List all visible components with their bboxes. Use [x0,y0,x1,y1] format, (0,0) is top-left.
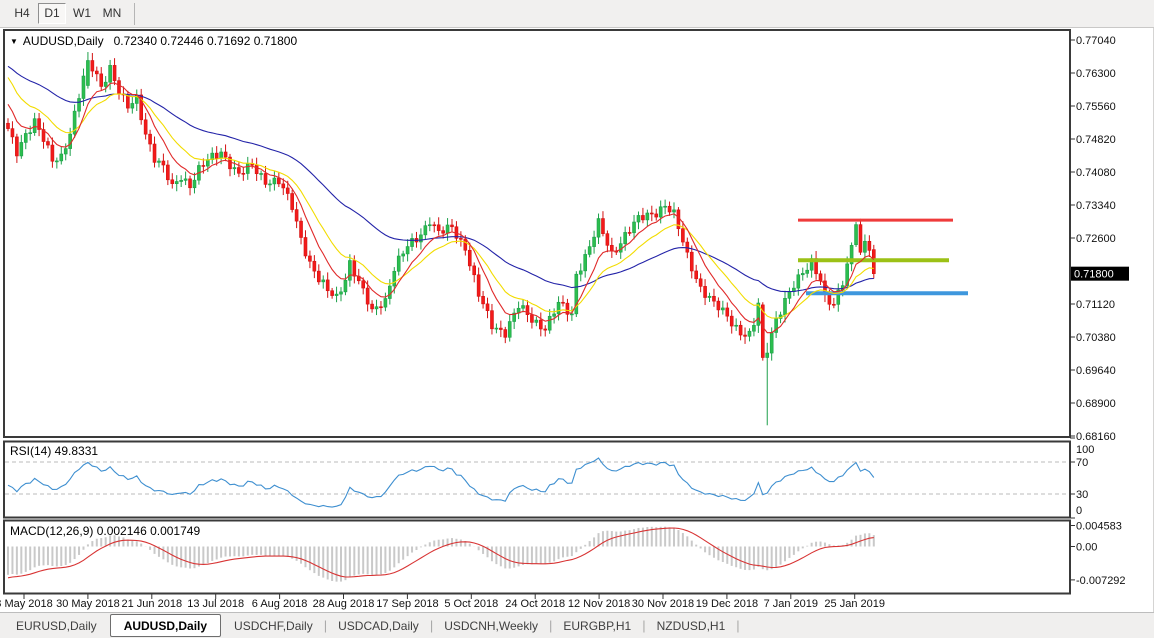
tab-audusd[interactable]: AUDUSD,Daily [110,614,221,637]
trading-terminal: H4D1W1MN 0.770400.763000.755600.748200.7… [0,0,1154,638]
price-axis-label: 0.69640 [1076,365,1116,377]
rsi-axis-label: 30 [1076,489,1088,501]
price-axis-label: 0.76300 [1076,68,1116,80]
price-axis-label: 0.70380 [1076,332,1116,344]
date-axis-label: 7 Jan 2019 [764,598,818,610]
chart-window: 0.77040 0.76300 0.75560 0.74820 0.74080 0.733… [0,28,1154,612]
date-axis-label: 6 Aug 2018 [252,598,308,610]
tab-eurusd[interactable]: EURUSD,Daily [6,613,107,638]
macd-axis-label: 0.00 [1076,542,1097,554]
price-axis-label: 0.68900 [1076,398,1116,410]
rsi-axis-label: 100 [1076,444,1094,456]
macd-indicator-label: MACD(12,26,9) 0.002146 0.001749 [10,524,200,538]
symbol-tabbar: EURUSD,DailyAUDUSD,DailyUSDCHF,Daily | USD… [0,612,1154,638]
toolbar-separator [134,3,135,25]
date-axis-label: 24 Oct 2018 [505,598,565,610]
timeframe-button-h4[interactable]: H4 [8,3,36,24]
date-axis-label: 12 Nov 2018 [568,598,630,610]
chart-title: ▼ AUDUSD,Daily 0.72340 0.72446 0.71692 0.7… [10,34,297,48]
date-axis-label: 19 Dec 2018 [696,598,758,610]
timeframe-button-w1[interactable]: W1 [68,3,96,24]
price-axis-label: 0.74820 [1076,134,1116,146]
date-axis-label: 8 May 2018 [0,598,53,610]
chart-symbol-label: AUDUSD,Daily [23,34,104,48]
tab-eurgbp[interactable]: EURGBP,H1 [553,613,641,638]
rsi-axis-label: 70 [1076,457,1088,469]
rsi-panel[interactable] [4,442,1070,518]
price-axis-label: 0.72600 [1076,233,1116,245]
date-axis-label: 21 Jun 2018 [122,598,183,610]
current-price-value: 0.71800 [1074,269,1114,281]
chevron-down-icon[interactable]: ▼ [10,37,18,46]
timeframe-buttons: H4D1W1MN [8,3,126,24]
tab-usdchf[interactable]: USDCHF,Daily [224,613,323,638]
rsi-axis-label: 0 [1076,505,1082,517]
tab-usdcnh[interactable]: USDCNH,Weekly [434,613,548,638]
date-axis-label: 30 Nov 2018 [632,598,694,610]
main-price-panel[interactable] [4,30,1070,437]
timeframe-button-d1[interactable]: D1 [38,3,66,24]
date-axis-label: 17 Sep 2018 [376,598,438,610]
date-axis-label: 30 May 2018 [56,598,120,610]
price-axis-label: 0.75560 [1076,101,1116,113]
date-axis-label: 25 Jan 2019 [824,598,885,610]
timeframe-button-mn[interactable]: MN [98,3,126,24]
price-axis-label: 0.73340 [1076,200,1116,212]
tab-separator: | [735,618,740,633]
price-axis-label: 0.74080 [1076,167,1116,179]
tab-nzdusd[interactable]: NZDUSD,H1 [647,613,736,638]
date-axis-label: 5 Oct 2018 [444,598,498,610]
price-axis-label: 0.68160 [1076,431,1116,443]
price-axis-label: 0.71120 [1076,299,1115,311]
timeframe-toolbar: H4D1W1MN [0,0,1154,28]
rsi-indicator-label: RSI(14) 49.8331 [10,444,98,458]
price-axis-label: 0.77040 [1076,35,1116,47]
ohlc-values: 0.72340 0.72446 0.71692 0.71800 [114,34,298,48]
macd-axis-label: -0.007292 [1076,575,1126,587]
tab-usdcad[interactable]: USDCAD,Daily [328,613,429,638]
macd-axis-label: 0.004583 [1076,521,1122,533]
date-axis-label: 28 Aug 2018 [313,598,375,610]
date-axis-label: 13 Jul 2018 [187,598,244,610]
